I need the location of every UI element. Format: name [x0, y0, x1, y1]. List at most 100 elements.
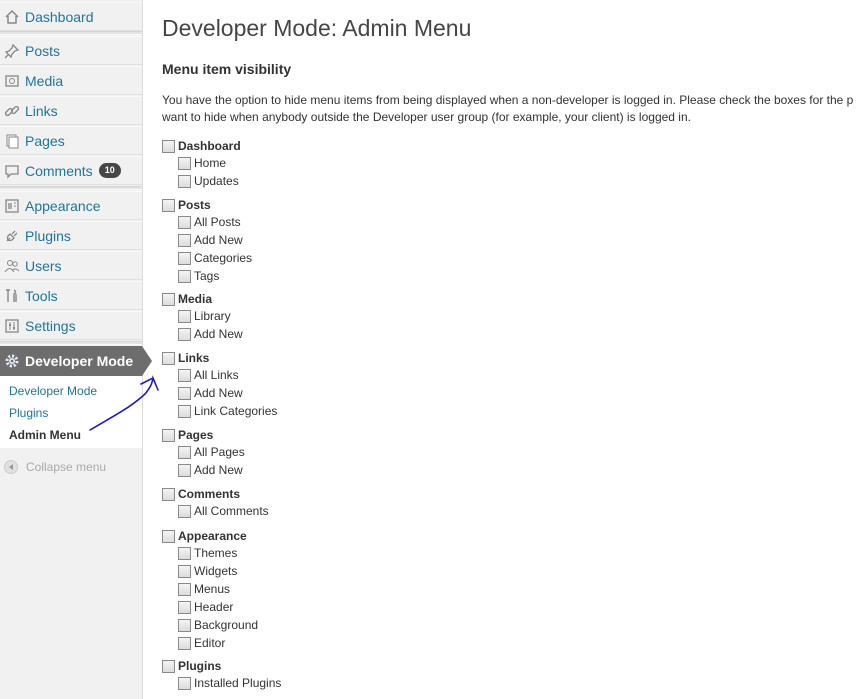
sidebar-item-posts[interactable]: Posts — [0, 36, 142, 65]
checkbox-media[interactable] — [162, 293, 175, 306]
checkbox-pages[interactable] — [162, 429, 175, 442]
sidebar-item-tools[interactable]: Tools — [0, 281, 142, 310]
settings-icon — [3, 317, 21, 335]
checkbox-appearance-themes[interactable] — [178, 547, 191, 560]
item-label-editor: Editor — [194, 636, 226, 650]
checkbox-pages-add-new[interactable] — [178, 464, 191, 477]
checkbox-posts-categories[interactable] — [178, 252, 191, 265]
checkbox-links-add-new[interactable] — [178, 387, 191, 400]
sidebar-item-dashboard[interactable]: Dashboard — [0, 2, 142, 31]
item-label-updates: Updates — [194, 174, 239, 188]
item-label-library: Library — [194, 309, 231, 323]
page-title: Developer Mode: Admin Menu — [162, 15, 472, 41]
sidebar-item-label: Media — [25, 72, 64, 89]
checkbox-posts-add-new[interactable] — [178, 234, 191, 247]
checkbox-posts[interactable] — [162, 199, 175, 212]
sidebar-item-label: Links — [25, 102, 58, 119]
sidebar-item-users[interactable]: Users — [0, 251, 142, 280]
submenu-plugins[interactable]: Plugins — [9, 406, 48, 420]
sidebar-item-label: Dashboard — [25, 8, 94, 25]
submenu-admin-menu[interactable]: Admin Menu — [9, 428, 81, 442]
checkbox-appearance[interactable] — [162, 530, 175, 543]
checkbox-appearance-header[interactable] — [178, 601, 191, 614]
checkbox-dashboard[interactable] — [162, 140, 175, 153]
sidebar-item-plugins[interactable]: Plugins — [0, 221, 142, 250]
sidebar-item-pages[interactable]: Pages — [0, 126, 142, 155]
sidebar-item-developer-mode[interactable]: Developer Mode — [0, 346, 152, 376]
sidebar-item-comments[interactable]: Comments 10 — [0, 156, 142, 185]
checkbox-comments[interactable] — [162, 488, 175, 501]
checkbox-posts-all-posts[interactable] — [178, 216, 191, 229]
item-label-header: Header — [194, 600, 234, 614]
checkbox-appearance-background[interactable] — [178, 619, 191, 632]
checkbox-appearance-menus[interactable] — [178, 583, 191, 596]
group-label-appearance: Appearance — [178, 529, 247, 543]
sidebar-item-links[interactable]: Links — [0, 96, 142, 125]
item-label-add-new: Add New — [194, 463, 243, 477]
gear-icon — [4, 353, 20, 369]
link-icon — [3, 102, 21, 120]
checkbox-posts-tags[interactable] — [178, 270, 191, 283]
item-label-tags: Tags — [194, 269, 220, 283]
item-label-widgets: Widgets — [194, 564, 238, 578]
media-icon — [3, 72, 21, 90]
intro-text-line-2: want to hide when anybody outside the De… — [162, 110, 691, 124]
comment-count-badge: 10 — [98, 163, 121, 178]
checkbox-plugins[interactable] — [162, 660, 175, 673]
collapse-menu-label: Collapse menu — [26, 460, 107, 474]
plugin-icon — [3, 227, 21, 245]
checkbox-links[interactable] — [162, 352, 175, 365]
sidebar-item-label: Appearance — [25, 197, 101, 214]
checkbox-appearance-editor[interactable] — [178, 637, 191, 650]
collapse-menu-button[interactable]: Collapse menu — [4, 460, 106, 474]
dashboard-icon — [3, 8, 21, 26]
checkbox-dashboard-updates[interactable] — [178, 175, 191, 188]
group-label-media: Media — [178, 292, 213, 306]
users-icon — [3, 257, 21, 275]
item-label-all-pages: All Pages — [194, 445, 245, 459]
item-label-themes: Themes — [194, 546, 238, 560]
item-label-add-new: Add New — [194, 327, 243, 341]
checkbox-pages-all-pages[interactable] — [178, 446, 191, 459]
item-label-installed-plugins: Installed Plugins — [194, 676, 282, 690]
sidebar-item-label: Developer Mode — [25, 353, 134, 369]
sidebar-item-appearance[interactable]: Appearance — [0, 191, 142, 220]
pushpin-icon — [3, 42, 21, 60]
sidebar-item-label: Tools — [25, 287, 58, 304]
checkbox-media-library[interactable] — [178, 310, 191, 323]
group-label-dashboard: Dashboard — [178, 139, 241, 153]
checkbox-dashboard-home[interactable] — [178, 157, 191, 170]
sidebar-item-label: Pages — [25, 132, 65, 149]
item-label-all-links: All Links — [194, 368, 239, 382]
checkbox-media-add-new[interactable] — [178, 328, 191, 341]
sidebar-item-media[interactable]: Media — [0, 66, 142, 95]
developer-submenu: Developer Mode Plugins Admin Menu — [0, 376, 142, 448]
item-label-menus: Menus — [194, 582, 231, 596]
checkbox-links-all-links[interactable] — [178, 369, 191, 382]
menu-separator — [0, 31, 142, 35]
item-label-home: Home — [194, 156, 227, 170]
submenu-developer-mode[interactable]: Developer Mode — [9, 384, 97, 398]
checkbox-plugins-installed-plugins[interactable] — [178, 677, 191, 690]
intro-text-line-1: You have the option to hide menu items f… — [162, 93, 854, 107]
sidebar-item-label: Plugins — [25, 227, 71, 244]
menu-separator — [0, 341, 142, 345]
item-label-all-comments: All Comments — [194, 504, 269, 518]
section-title: Menu item visibility — [162, 61, 292, 77]
checkbox-appearance-widgets[interactable] — [178, 565, 191, 578]
appearance-icon — [3, 197, 21, 215]
group-label-pages: Pages — [178, 428, 214, 442]
checkbox-comments-all-comments[interactable] — [178, 505, 191, 518]
checkbox-links-link-categories[interactable] — [178, 405, 191, 418]
item-label-all-posts: All Posts — [194, 215, 241, 229]
sidebar-item-label: Comments — [25, 162, 93, 179]
admin-sidebar: Dashboard Posts Media Links Pages Commen… — [0, 0, 152, 699]
group-label-links: Links — [178, 351, 210, 365]
sidebar-item-settings[interactable]: Settings — [0, 311, 142, 340]
item-label-link-categories: Link Categories — [194, 404, 278, 418]
sidebar-item-label: Users — [25, 257, 62, 274]
pages-icon — [3, 132, 21, 150]
group-label-posts: Posts — [178, 198, 211, 212]
comment-icon — [3, 162, 21, 180]
group-label-comments: Comments — [178, 487, 241, 501]
